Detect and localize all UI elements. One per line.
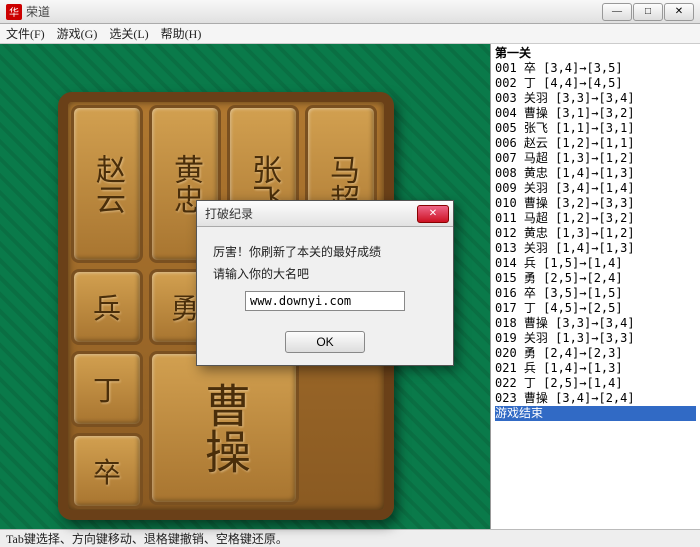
tile-caocao[interactable]: 曹操 bbox=[149, 351, 299, 505]
name-input[interactable] bbox=[245, 291, 405, 311]
move-row[interactable]: 005 张飞 [1,1]→[3,1] bbox=[495, 121, 696, 136]
dialog-close-button[interactable]: ✕ bbox=[417, 205, 449, 223]
window-titlebar: 华 荣道 — □ ✕ bbox=[0, 0, 700, 24]
move-row[interactable]: 017 丁 [4,5]→[2,5] bbox=[495, 301, 696, 316]
move-row[interactable]: 016 卒 [3,5]→[1,5] bbox=[495, 286, 696, 301]
move-row[interactable]: 018 曹操 [3,3]→[3,4] bbox=[495, 316, 696, 331]
menu-help[interactable]: 帮助(H) bbox=[161, 25, 202, 42]
move-row[interactable]: 010 曹操 [3,2]→[3,3] bbox=[495, 196, 696, 211]
menubar: 文件(F) 游戏(G) 选关(L) 帮助(H) bbox=[0, 24, 700, 44]
menu-file[interactable]: 文件(F) bbox=[6, 25, 45, 42]
tile-zhaoyun[interactable]: 赵云 bbox=[71, 105, 143, 263]
move-row[interactable]: 019 关羽 [1,3]→[3,3] bbox=[495, 331, 696, 346]
window-buttons: — □ ✕ bbox=[602, 3, 700, 21]
dialog-line2: 请输入你的大名吧 bbox=[213, 263, 437, 285]
level-title: 第一关 bbox=[495, 46, 696, 61]
move-row[interactable]: 023 曹操 [3,4]→[2,4] bbox=[495, 391, 696, 406]
tile-zu[interactable]: 卒 bbox=[71, 433, 143, 509]
move-row[interactable]: 014 兵 [1,5]→[1,4] bbox=[495, 256, 696, 271]
dialog-body: 厉害！你刷新了本关的最好成绩 请输入你的大名吧 bbox=[197, 227, 453, 323]
maximize-button[interactable]: □ bbox=[633, 3, 663, 21]
move-row[interactable]: 013 关羽 [1,4]→[1,3] bbox=[495, 241, 696, 256]
dialog-line1: 厉害！你刷新了本关的最好成绩 bbox=[213, 241, 437, 263]
record-dialog: 打破纪录 ✕ 厉害！你刷新了本关的最好成绩 请输入你的大名吧 OK bbox=[196, 200, 454, 366]
app-icon: 华 bbox=[6, 4, 22, 20]
move-row[interactable]: 006 赵云 [1,2]→[1,1] bbox=[495, 136, 696, 151]
minimize-button[interactable]: — bbox=[602, 3, 632, 21]
dialog-title: 打破纪录 bbox=[205, 205, 253, 222]
statusbar: Tab键选择、方向键移动、退格键撤销、空格键还原。 bbox=[0, 529, 700, 547]
move-row[interactable]: 022 丁 [2,5]→[1,4] bbox=[495, 376, 696, 391]
tile-ding[interactable]: 丁 bbox=[71, 351, 143, 427]
dialog-buttons: OK bbox=[197, 323, 453, 365]
statusbar-text: Tab键选择、方向键移动、退格键撤销、空格键还原。 bbox=[6, 530, 288, 547]
menu-game[interactable]: 游戏(G) bbox=[57, 25, 98, 42]
window-title: 荣道 bbox=[26, 3, 50, 20]
close-button[interactable]: ✕ bbox=[664, 3, 694, 21]
move-row[interactable]: 001 卒 [3,4]→[3,5] bbox=[495, 61, 696, 76]
dialog-titlebar[interactable]: 打破纪录 ✕ bbox=[197, 201, 453, 227]
move-row[interactable]: 021 兵 [1,4]→[1,3] bbox=[495, 361, 696, 376]
move-row[interactable]: 008 黄忠 [1,4]→[1,3] bbox=[495, 166, 696, 181]
tile-bing[interactable]: 兵 bbox=[71, 269, 143, 345]
move-row[interactable]: 015 勇 [2,5]→[2,4] bbox=[495, 271, 696, 286]
move-row[interactable]: 007 马超 [1,3]→[1,2] bbox=[495, 151, 696, 166]
move-list[interactable]: 第一关 001 卒 [3,4]→[3,5]002 丁 [4,4]→[4,5]00… bbox=[490, 44, 700, 529]
move-row[interactable]: 011 马超 [1,2]→[3,2] bbox=[495, 211, 696, 226]
move-row[interactable]: 002 丁 [4,4]→[4,5] bbox=[495, 76, 696, 91]
ok-button[interactable]: OK bbox=[285, 331, 365, 353]
game-over-row[interactable]: 游戏结束 bbox=[495, 406, 696, 421]
move-row[interactable]: 020 勇 [2,4]→[2,3] bbox=[495, 346, 696, 361]
menu-level[interactable]: 选关(L) bbox=[109, 25, 148, 42]
move-row[interactable]: 003 关羽 [3,3]→[3,4] bbox=[495, 91, 696, 106]
move-row[interactable]: 012 黄忠 [1,3]→[1,2] bbox=[495, 226, 696, 241]
move-row[interactable]: 009 关羽 [3,4]→[1,4] bbox=[495, 181, 696, 196]
move-row[interactable]: 004 曹操 [3,1]→[3,2] bbox=[495, 106, 696, 121]
